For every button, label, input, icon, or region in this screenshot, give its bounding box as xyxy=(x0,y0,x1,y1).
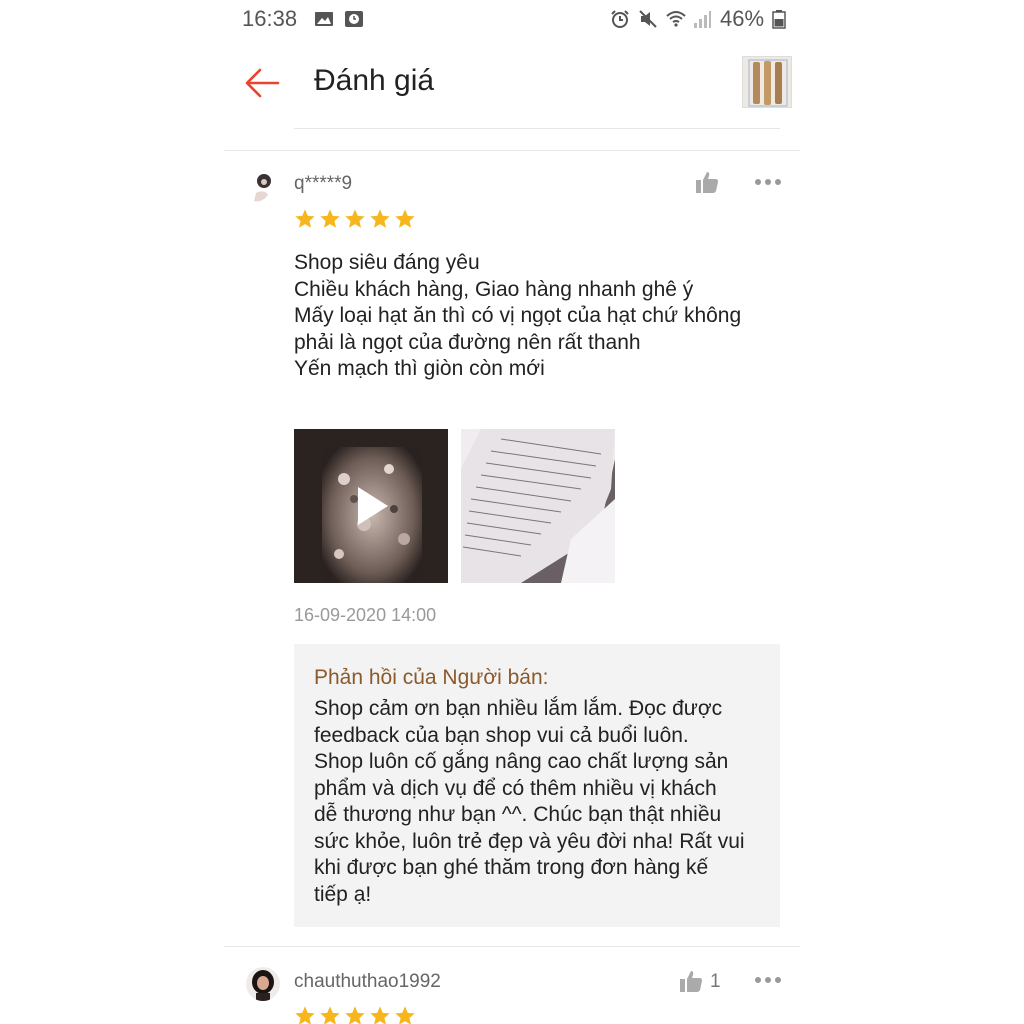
review-text: Shop siêu đáng yêu Chiều khách hàng, Gia… xyxy=(294,250,784,383)
more-options-icon[interactable] xyxy=(754,975,782,985)
thumbs-up-icon[interactable] xyxy=(694,169,720,195)
battery-icon xyxy=(772,10,786,29)
more-options-icon[interactable] xyxy=(754,177,782,187)
product-thumbnail[interactable] xyxy=(742,56,792,108)
star-icon xyxy=(370,1006,390,1024)
star-icon xyxy=(320,1006,340,1024)
review-text-line: Mấy loại hạt ăn thì có vị ngọt của hạt c… xyxy=(294,304,742,327)
seller-reply-line: sức khỏe, luôn trẻ đẹp và yêu đời nha! R… xyxy=(314,829,745,853)
review-text-line: Shop siêu đáng yêu xyxy=(294,251,480,274)
review-date: 16-09-2020 14:00 xyxy=(294,605,437,625)
star-icon xyxy=(320,209,340,228)
star-icon xyxy=(295,1006,315,1024)
star-icon xyxy=(345,209,365,228)
alarm-icon xyxy=(611,10,629,28)
header-divider xyxy=(294,128,780,129)
review-username[interactable]: q*****9 xyxy=(294,173,352,195)
mute-icon xyxy=(639,10,657,28)
rating-stars xyxy=(294,1005,419,1024)
avatar[interactable] xyxy=(246,967,280,1001)
seller-reply-body: Shop cảm ơn bạn nhiều lắm lắm. Đọc được … xyxy=(314,696,770,908)
status-bar: 16:38 46% xyxy=(224,0,800,38)
seller-reply-line: Shop cảm ơn bạn nhiều lắm lắm. Đọc được xyxy=(314,697,723,720)
seller-reply-line: phẩm và dịch vụ để có thêm nhiều vị khác… xyxy=(314,776,717,800)
review-text-line: phải là ngọt của đường nên rất thanh xyxy=(294,330,641,354)
thumbs-up-icon[interactable] xyxy=(678,968,704,994)
page-title: Đánh giá xyxy=(314,64,435,97)
like-count: 1 xyxy=(710,971,721,992)
seller-reply-line: khi được bạn ghé thăm trong đơn hàng kế xyxy=(314,856,709,879)
clock-icon xyxy=(345,11,363,27)
battery-percent: 46% xyxy=(720,6,765,31)
back-arrow-icon[interactable] xyxy=(242,62,284,104)
star-icon xyxy=(395,209,415,228)
wifi-icon xyxy=(666,11,686,27)
star-icon xyxy=(370,209,390,228)
star-icon xyxy=(295,209,315,228)
app-header: Đánh giá xyxy=(224,48,800,120)
star-icon xyxy=(395,1006,415,1024)
avatar[interactable] xyxy=(246,171,280,205)
seller-reply-line: dễ thương như bạn ^^. Chúc bạn thật nhiề… xyxy=(314,803,722,826)
seller-reply-title: Phản hồi của Người bán: xyxy=(314,666,549,689)
seller-reply: Phản hồi của Người bán: Shop cảm ơn bạn … xyxy=(294,644,780,927)
rating-stars xyxy=(294,208,419,230)
review-image[interactable] xyxy=(461,429,615,583)
review-item: chauthuthao1992 1 xyxy=(224,947,800,1024)
review-item: q*****9 Shop siêu đáng yêu Chiều khách h… xyxy=(224,151,800,946)
review-username[interactable]: chauthuthao1992 xyxy=(294,971,441,993)
seller-reply-line: feedback của bạn shop vui cả buổi luôn. xyxy=(314,723,689,747)
play-icon[interactable] xyxy=(356,485,390,527)
seller-reply-line: Shop luôn cố gắng nâng cao chất lượng sả… xyxy=(314,750,729,773)
signal-icon xyxy=(694,11,711,28)
review-text-line: Chiều khách hàng, Giao hàng nhanh ghê ý xyxy=(294,277,694,301)
review-text-line: Yến mạch thì giòn còn mới xyxy=(294,357,545,380)
review-video[interactable] xyxy=(294,429,448,583)
star-icon xyxy=(345,1006,365,1024)
status-time: 16:38 xyxy=(242,6,298,31)
image-icon xyxy=(315,12,333,26)
seller-reply-line: tiếp ạ! xyxy=(314,882,372,906)
phone-screen: 16:38 46% Đánh giá q*****9 Shop siêu đán… xyxy=(224,0,800,1024)
